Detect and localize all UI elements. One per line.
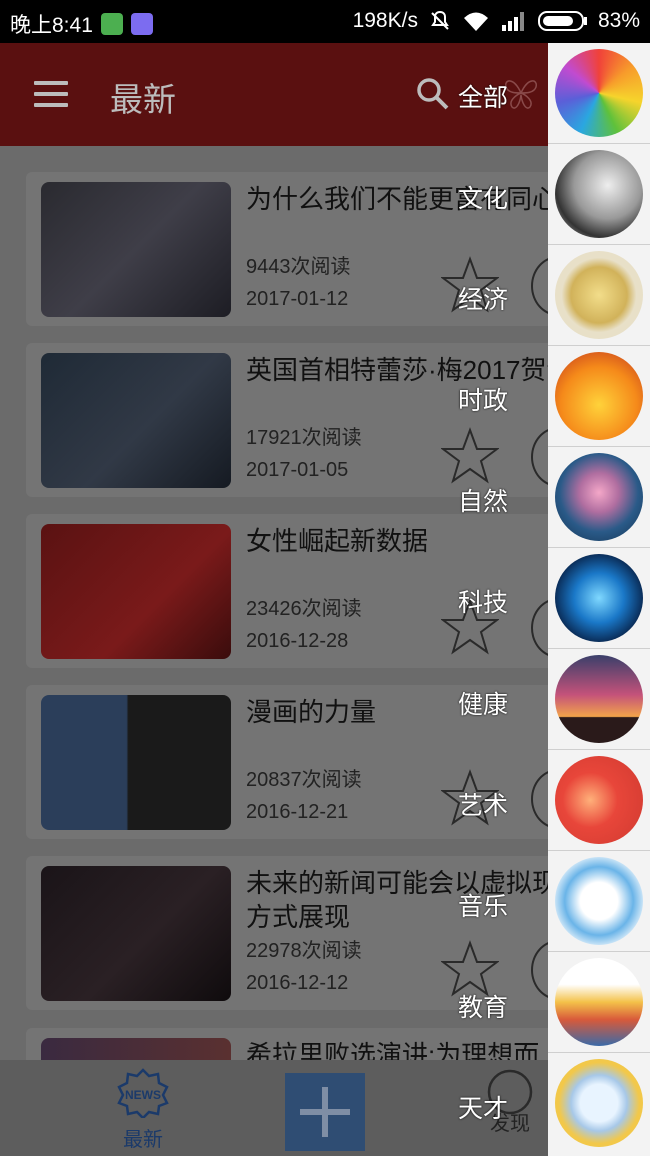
article-card[interactable]: 漫画的力量 20837次阅读 2016-12-21 — [26, 685, 626, 839]
books-children-icon — [555, 958, 643, 1046]
lotus-icon — [555, 453, 643, 541]
photos-flower-icon — [555, 49, 643, 137]
category-label-economy[interactable]: 经济 — [458, 280, 508, 316]
calligraphy-icon — [555, 150, 643, 238]
article-thumbnail — [41, 1038, 231, 1060]
category-label-nature[interactable]: 自然 — [458, 482, 508, 518]
battery-level: 83% — [597, 9, 640, 32]
article-reads: 22978次阅读 — [246, 940, 362, 962]
category-item-health[interactable] — [548, 649, 650, 750]
article-date: 2016-12-21 — [246, 801, 349, 823]
category-label-music[interactable]: 音乐 — [458, 887, 508, 923]
wifi-icon — [463, 12, 488, 31]
article-card[interactable]: 女性崛起新数据 23426次阅读 2016-12-28 — [26, 514, 626, 668]
category-label-health[interactable]: 健康 — [458, 685, 508, 721]
app-notification-icon — [130, 13, 153, 35]
palette-icon — [555, 756, 643, 844]
add-button[interactable] — [285, 1073, 365, 1151]
category-label-technology[interactable]: 科技 — [458, 583, 508, 619]
article-card[interactable]: 希拉里败选演讲:为理想而 — [26, 1028, 626, 1060]
battery-icon — [537, 11, 587, 31]
page-title: 最新 — [110, 81, 176, 118]
category-item-art[interactable] — [548, 750, 650, 851]
category-label-all[interactable]: 全部 — [458, 78, 508, 114]
article-thumbnail — [41, 866, 231, 1001]
article-date: 2016-12-12 — [246, 972, 349, 994]
article-thumbnail — [41, 182, 231, 317]
tech-brain-icon — [555, 554, 643, 642]
signal-icon — [501, 12, 524, 31]
article-reads: 17921次阅读 — [246, 427, 362, 449]
article-reads: 9443次阅读 — [246, 256, 351, 278]
category-item-education[interactable] — [548, 952, 650, 1053]
article-reads: 20837次阅读 — [246, 769, 362, 791]
article-date: 2017-01-05 — [246, 459, 349, 481]
search-icon[interactable] — [416, 77, 450, 111]
category-label-art[interactable]: 艺术 — [458, 786, 508, 822]
category-item-nature[interactable] — [548, 447, 650, 548]
article-reads: 23426次阅读 — [246, 598, 362, 620]
hamburger-menu-icon[interactable] — [34, 81, 68, 107]
article-date: 2016-12-28 — [246, 630, 349, 652]
category-item-politics[interactable] — [548, 346, 650, 447]
music-instruments-icon — [555, 857, 643, 945]
category-label-genius[interactable]: 天才 — [458, 1089, 508, 1125]
category-item-technology[interactable] — [548, 548, 650, 649]
coins-icon — [555, 251, 643, 339]
category-item-genius[interactable] — [548, 1053, 650, 1154]
status-time: 晚上8:41 — [10, 14, 93, 37]
column-monument-icon — [555, 352, 643, 440]
bell-muted-icon — [431, 10, 449, 30]
category-label-culture[interactable]: 文化 — [458, 179, 508, 215]
category-item-economy[interactable] — [548, 245, 650, 346]
svg-text:NEWS: NEWS — [125, 1088, 161, 1102]
category-item-all[interactable] — [548, 43, 650, 144]
nav-latest[interactable]: NEWS 最新 — [110, 1068, 176, 1152]
category-item-culture[interactable] — [548, 144, 650, 245]
category-label-education[interactable]: 教育 — [458, 988, 508, 1024]
category-label-politics[interactable]: 时政 — [458, 381, 508, 417]
article-card[interactable]: 英国首相特蕾莎·梅2017贺词 17921次阅读 2017-01-05 — [26, 343, 626, 497]
status-bar: 晚上8:41 198K/s 83% — [0, 0, 650, 43]
category-item-music[interactable] — [548, 851, 650, 952]
star-icon[interactable] — [441, 427, 499, 485]
network-speed: 198K/s — [352, 9, 418, 32]
article-thumbnail — [41, 353, 231, 488]
android-notification-icon — [100, 13, 123, 35]
article-thumbnail — [41, 695, 231, 830]
brain-idea-icon — [555, 1059, 643, 1147]
article-card[interactable]: 未来的新闻可能会以虚拟现实的方式展现 22978次阅读 2016-12-12 — [26, 856, 626, 1010]
news-badge-icon: NEWS — [117, 1068, 169, 1120]
nav-latest-label: 最新 — [123, 1129, 163, 1151]
article-thumbnail — [41, 524, 231, 659]
article-card[interactable]: 为什么我们不能更富有同心? 9443次阅读 2017-01-12 — [26, 172, 626, 326]
category-drawer — [548, 43, 650, 1156]
cyclist-icon — [555, 655, 643, 743]
article-date: 2017-01-12 — [246, 288, 349, 310]
